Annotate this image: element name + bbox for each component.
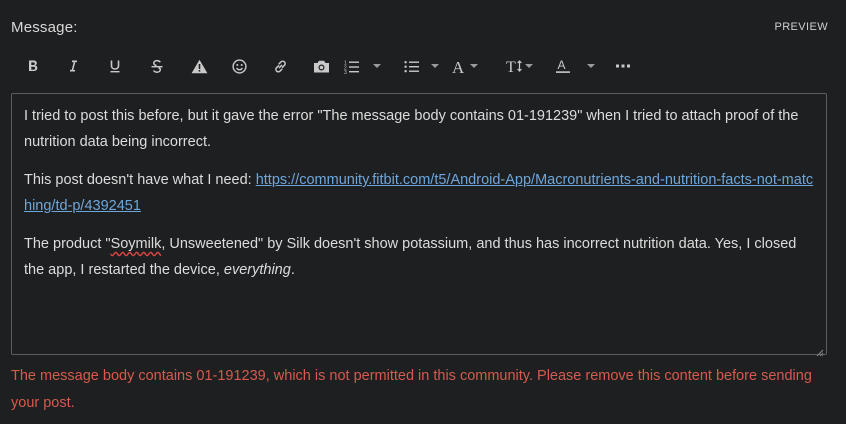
strikethrough-button[interactable]: [136, 53, 178, 79]
more-options-button[interactable]: [610, 53, 636, 79]
preview-button[interactable]: PREVIEW: [774, 21, 828, 33]
chevron-down-icon: [373, 64, 381, 68]
smiley-icon: [231, 58, 247, 74]
message-label: Message:: [11, 19, 78, 36]
svg-text:A: A: [558, 58, 566, 72]
underline-button[interactable]: [94, 53, 136, 79]
warning-icon: [191, 59, 208, 74]
spoiler-button[interactable]: [178, 53, 220, 79]
numbered-list-button[interactable]: 123: [341, 53, 404, 79]
editor-content[interactable]: I tried to post this before, but it gave…: [12, 94, 826, 283]
text-size-icon: T: [506, 58, 524, 74]
chevron-down-icon: [587, 64, 595, 68]
strikethrough-icon: [150, 59, 164, 74]
message-header: Message: PREVIEW: [11, 19, 828, 39]
link-icon: [273, 59, 288, 74]
emoji-button[interactable]: [220, 53, 258, 79]
chevron-down-icon: [525, 64, 533, 68]
font-size-button[interactable]: T: [506, 53, 554, 79]
editor-toolbar: 123 A T A: [14, 53, 636, 79]
more-icon: [616, 64, 630, 68]
message-body-editor[interactable]: I tried to post this before, but it gave…: [11, 93, 827, 357]
italic-icon: [66, 59, 80, 73]
insert-photo-button[interactable]: [302, 53, 341, 79]
svg-text:A: A: [452, 59, 465, 74]
bulleted-list-button[interactable]: [404, 53, 450, 79]
misspelled-word[interactable]: Soymilk: [111, 236, 162, 252]
underline-icon: [108, 59, 122, 74]
paragraph: This post doesn't have what I need: http…: [24, 172, 814, 214]
font-style-button[interactable]: A: [450, 53, 506, 79]
paragraph: I tried to post this before, but it gave…: [24, 108, 799, 150]
camera-icon: [313, 59, 330, 74]
chevron-down-icon: [470, 64, 478, 68]
resize-handle-icon[interactable]: [816, 344, 824, 357]
numbered-list-icon: 123: [344, 59, 360, 74]
text-color-icon: A: [555, 58, 571, 74]
insert-link-button[interactable]: [258, 53, 302, 79]
error-message: The message body contains 01-191239, whi…: [11, 368, 812, 411]
bold-button[interactable]: [14, 53, 51, 79]
svg-text:T: T: [506, 59, 516, 74]
bulleted-list-icon: [404, 59, 420, 74]
text-color-button[interactable]: A: [554, 53, 610, 79]
svg-text:3: 3: [344, 70, 347, 74]
bold-icon: [26, 59, 40, 73]
italic-button[interactable]: [51, 53, 94, 79]
font-icon: A: [452, 59, 468, 74]
chevron-down-icon: [431, 64, 439, 68]
paragraph: The product "Soymilk, Unsweetened" by Si…: [24, 236, 797, 278]
